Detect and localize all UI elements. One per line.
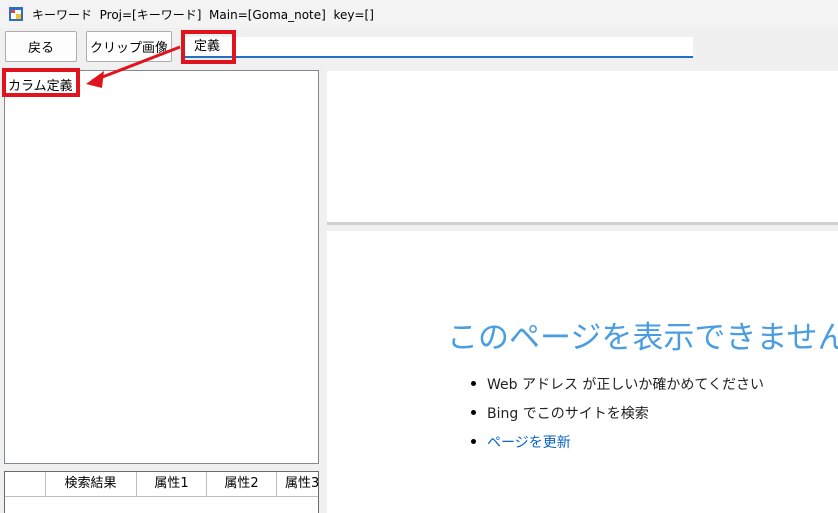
clip-image-button[interactable]: クリップ画像 (86, 31, 172, 62)
app-icon (9, 7, 23, 21)
grid-divider (5, 496, 318, 497)
suggestion-text: Web アドレス が正しいか確かめてください (487, 377, 765, 393)
refresh-link[interactable]: ページを更新 (487, 435, 571, 451)
grid-column-header[interactable]: 属性3 (277, 472, 322, 496)
error-title: このページを表示できません (447, 320, 838, 356)
title-bar: キーワード Proj=[キーワード] Main=[Goma_note] key=… (0, 0, 838, 28)
grid-column-header[interactable]: 検索結果 (45, 472, 137, 496)
highlight-box-definition (181, 30, 236, 64)
bullet-icon (471, 381, 476, 386)
grid-column-header[interactable]: 属性2 (207, 472, 277, 496)
browser-view[interactable]: このページを表示できません Web アドレス が正しいか確かめてください Bin… (327, 231, 838, 513)
suggestion-item: ページを更新 (471, 432, 764, 461)
grid-column-header[interactable]: 属性1 (137, 472, 207, 496)
bullet-icon (471, 439, 476, 444)
back-button[interactable]: 戻る (5, 31, 77, 62)
window-title: キーワード Proj=[キーワード] Main=[Goma_note] key=… (32, 8, 374, 22)
preview-pane (327, 71, 838, 222)
suggestion-item: Bing でこのサイトを検索 (471, 403, 764, 432)
suggestion-text: Bing でこのサイトを検索 (487, 406, 649, 422)
error-suggestions: Web アドレス が正しいか確かめてください Bing でこのサイトを検索 ペー… (471, 374, 764, 461)
bullet-icon (471, 410, 476, 415)
column-definition-panel[interactable]: カラム定義 (4, 70, 319, 464)
grid-row-header[interactable] (5, 472, 46, 496)
search-results-grid[interactable]: 検索結果 属性1 属性2 属性3 (4, 471, 319, 513)
highlight-box-column-definition (2, 68, 80, 97)
pane-splitter[interactable] (327, 222, 838, 225)
suggestion-item: Web アドレス が正しいか確かめてください (471, 374, 764, 403)
definition-input[interactable]: 定義 (183, 37, 693, 58)
